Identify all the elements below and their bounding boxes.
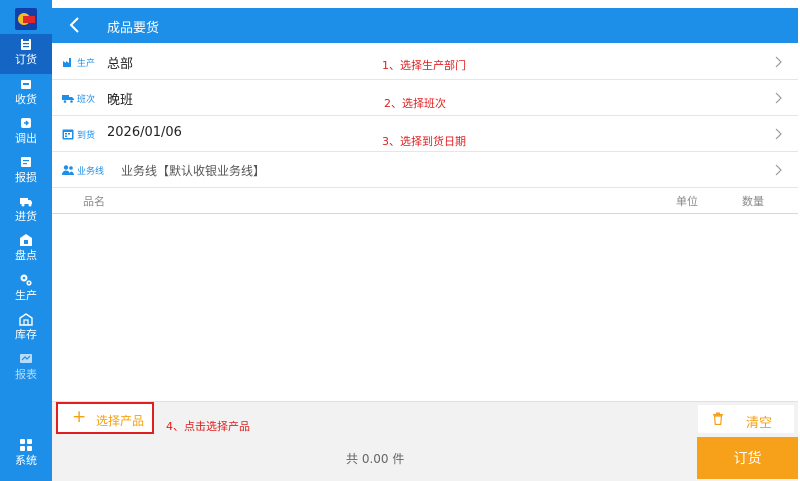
- chevron-right-icon: [775, 56, 782, 68]
- business-tag: 业务线: [77, 167, 105, 177]
- sidebar: 订货 收货 调出 报损 进货 盘点 生产 库存 报表 系统: [0, 0, 52, 481]
- app-window: 订货 收货 调出 报损 进货 盘点 生产 库存 报表 系统 成品要货 生产 总部…: [0, 0, 800, 481]
- sidebar-item-report-loss[interactable]: 报损: [0, 152, 52, 192]
- plus-icon: +: [72, 407, 87, 427]
- chevron-right-icon: [775, 164, 782, 176]
- step2-annotation: 2、选择班次: [384, 97, 446, 110]
- business-line-value: 业务线【默认收银业务线】: [121, 164, 266, 178]
- sidebar-item-label: 系统: [15, 454, 37, 467]
- inventory-check-icon: [20, 234, 32, 246]
- app-logo: [15, 8, 37, 30]
- calendar-icon: [62, 129, 74, 140]
- grid-icon: [20, 439, 32, 451]
- step4-annotation: 4、点击选择产品: [166, 420, 250, 433]
- shift-selector[interactable]: 班次 晚班 2、选择班次: [52, 80, 798, 116]
- clipboard-icon: [21, 38, 31, 50]
- factory-icon: [63, 58, 71, 67]
- sidebar-item-label: 盘点: [15, 249, 37, 262]
- sidebar-item-label: 生产: [15, 289, 37, 302]
- shift-value: 晚班: [107, 93, 134, 108]
- back-arrow-icon[interactable]: [64, 14, 86, 36]
- sidebar-item-reports[interactable]: 报表: [0, 349, 52, 389]
- select-product-label: 选择产品: [96, 414, 145, 428]
- sidebar-item-label: 进货: [15, 210, 37, 223]
- receive-box-icon: [21, 80, 31, 89]
- sidebar-item-label: 报损: [15, 171, 37, 184]
- arrival-date-selector[interactable]: 到货 2026/01/06 3、选择到货日期: [52, 116, 798, 152]
- header-bar: 成品要货: [52, 8, 798, 43]
- product-table-header: 品名 单位 数量: [52, 188, 798, 214]
- column-unit: 单位: [676, 195, 698, 208]
- arrival-date-value: 2026/01/06: [107, 125, 182, 140]
- production-tag: 生产: [77, 59, 96, 69]
- chevron-right-icon: [775, 92, 782, 104]
- shift-tag: 班次: [77, 95, 96, 105]
- step1-annotation: 1、选择生产部门: [382, 59, 466, 72]
- sidebar-item-transfer-out[interactable]: 调出: [0, 113, 52, 153]
- column-quantity: 数量: [742, 195, 764, 208]
- sidebar-item-system[interactable]: 系统: [0, 435, 52, 475]
- trash-icon: [713, 412, 723, 425]
- warehouse-icon: [19, 313, 33, 326]
- production-dept-selector[interactable]: 生产 总部 1、选择生产部门: [52, 44, 798, 80]
- chart-icon: [20, 354, 32, 363]
- page-title: 成品要货: [107, 21, 160, 36]
- production-value: 总部: [107, 57, 134, 72]
- report-loss-icon: [21, 157, 31, 167]
- transfer-out-icon: [21, 118, 31, 128]
- sidebar-item-label: 报表: [15, 368, 37, 381]
- arrival-tag: 到货: [77, 131, 96, 141]
- sidebar-item-label: 收货: [15, 93, 37, 106]
- sidebar-item-label: 库存: [15, 328, 37, 341]
- product-list: [52, 216, 798, 402]
- sidebar-item-order[interactable]: 订货: [0, 34, 52, 74]
- clear-button[interactable]: 清空: [698, 405, 794, 433]
- sidebar-item-label: 调出: [15, 132, 37, 145]
- sidebar-item-purchase[interactable]: 进货: [0, 191, 52, 231]
- sidebar-item-label: 订货: [15, 53, 37, 66]
- sidebar-item-production[interactable]: 生产: [0, 270, 52, 310]
- business-line-selector[interactable]: 业务线 业务线【默认收银业务线】: [52, 152, 798, 188]
- footer-bar: + 选择产品 4、点击选择产品 清空 共 0.00 件 订货: [52, 402, 798, 481]
- select-product-button[interactable]: + 选择产品: [56, 402, 154, 434]
- sidebar-item-stock[interactable]: 库存: [0, 309, 52, 349]
- submit-order-button[interactable]: 订货: [697, 437, 798, 479]
- people-icon: [62, 165, 74, 175]
- truck-icon: [20, 198, 32, 207]
- sidebar-item-receive[interactable]: 收货: [0, 74, 52, 114]
- gear-icon: [20, 274, 32, 286]
- column-product-name: 品名: [83, 195, 105, 208]
- clear-label: 清空: [746, 416, 773, 431]
- step3-annotation: 3、选择到货日期: [382, 135, 466, 148]
- sidebar-item-stocktake[interactable]: 盘点: [0, 230, 52, 270]
- submit-order-label: 订货: [733, 451, 762, 467]
- shift-truck-icon: [62, 95, 74, 103]
- total-count: 共 0.00 件: [346, 452, 405, 466]
- chevron-right-icon: [775, 128, 782, 140]
